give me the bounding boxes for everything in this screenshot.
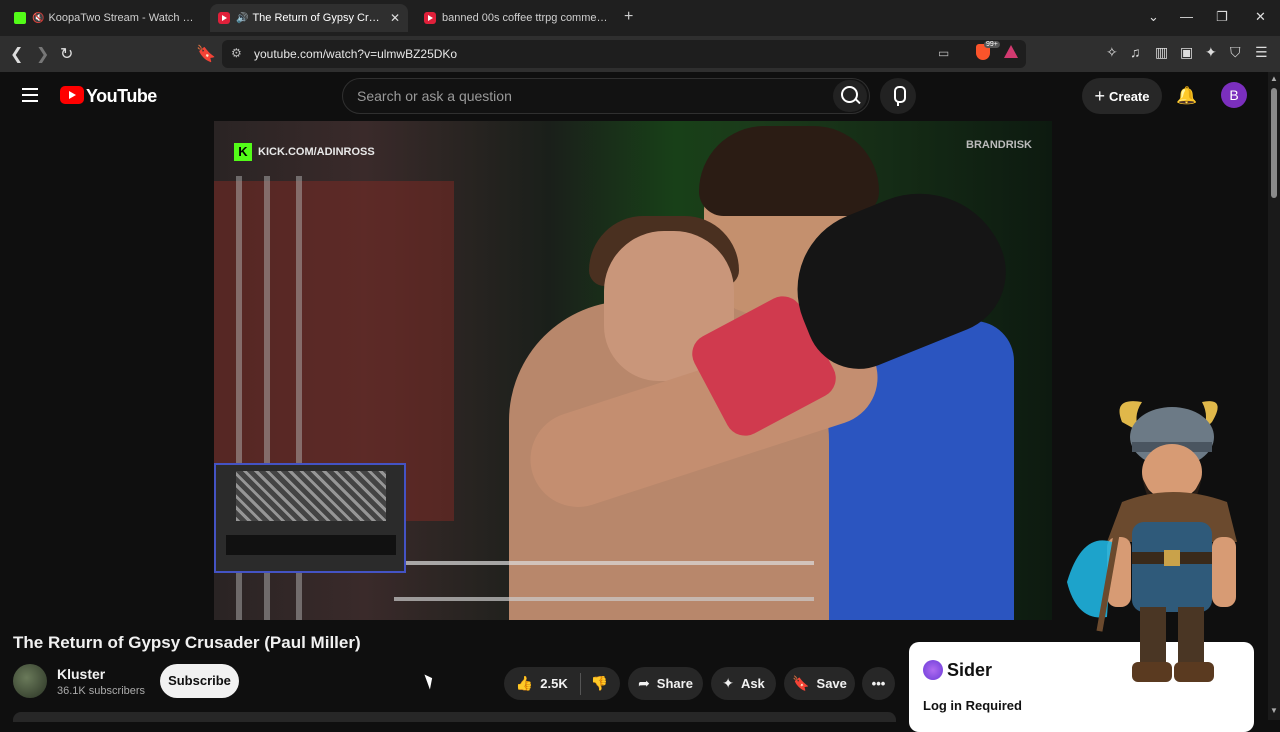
window-close-icon[interactable]: ✕ xyxy=(1255,9,1266,25)
save-label: Save xyxy=(816,676,847,691)
voice-search-button[interactable] xyxy=(880,78,916,114)
shields-count-badge: 99+ xyxy=(984,41,1000,48)
vpn-icon[interactable]: ⛉ xyxy=(1230,44,1241,61)
scroll-down-icon[interactable]: ▼ xyxy=(1270,706,1278,715)
address-bar[interactable]: ⚙ youtube.com/watch?v=ulmwBZ25DKo ▭ 99+ xyxy=(222,40,1026,68)
more-actions-button[interactable]: ••• xyxy=(862,667,895,700)
mouse-cursor-icon xyxy=(424,672,436,690)
tab-koopatwo[interactable]: 🔇 KoopaTwo Stream - Watch Live o xyxy=(6,4,206,32)
muted-icon[interactable]: 🔇 xyxy=(32,13,44,24)
subscriber-count: 36.1K subscribers xyxy=(57,685,146,697)
sider-logo-icon xyxy=(923,660,943,680)
like-count[interactable]: 2.5K xyxy=(540,676,567,691)
brandrisk-watermark: BRANDRISK xyxy=(966,139,1032,151)
create-button[interactable]: + Create xyxy=(1082,78,1162,114)
viking-mascot-overlay xyxy=(1067,401,1237,682)
browser-tab-bar: 🔇 KoopaTwo Stream - Watch Live o 🔊 The R… xyxy=(0,0,1280,36)
extensions-icon[interactable]: ✧ xyxy=(1106,44,1118,61)
leo-ai-icon[interactable]: ✦ xyxy=(1205,44,1217,61)
back-icon[interactable]: ❮ xyxy=(10,44,23,64)
video-pip-inset xyxy=(214,463,406,573)
search-box xyxy=(342,78,870,114)
tab-list-chevron-icon[interactable]: ⌄ xyxy=(1148,9,1159,25)
cast-icon[interactable]: ▭ xyxy=(938,46,949,60)
youtube-favicon-icon xyxy=(218,12,230,24)
sparkle-icon: ✦ xyxy=(722,675,734,691)
description-box[interactable] xyxy=(13,712,896,722)
bookmark-icon[interactable]: 🔖 xyxy=(196,44,216,64)
wallet-icon[interactable]: ▣ xyxy=(1180,44,1193,61)
kick-overlay: K KICK.COM/ADINROSS xyxy=(234,143,375,161)
youtube-header: YouTube + Create 🔔 B xyxy=(0,72,1268,120)
kick-url-text: KICK.COM/ADINROSS xyxy=(258,146,375,158)
site-settings-icon[interactable]: ⚙ xyxy=(231,46,242,60)
sidebar-icon[interactable]: ▥ xyxy=(1155,44,1168,61)
video-title: The Return of Gypsy Crusader (Paul Mille… xyxy=(13,633,361,652)
like-divider xyxy=(579,672,581,695)
menu-icon[interactable]: ☰ xyxy=(1255,44,1268,61)
search-button[interactable] xyxy=(833,80,867,112)
youtube-favicon-icon xyxy=(424,12,436,24)
channel-name[interactable]: Kluster xyxy=(57,666,105,682)
more-icon: ••• xyxy=(871,676,886,691)
account-avatar[interactable]: B xyxy=(1221,82,1247,108)
brave-rewards-icon[interactable] xyxy=(1004,45,1018,58)
notifications-icon[interactable]: 🔔 xyxy=(1176,86,1197,106)
new-tab-icon[interactable]: + xyxy=(624,8,633,26)
ask-label: Ask xyxy=(740,676,765,691)
guide-menu-icon[interactable] xyxy=(22,88,38,102)
share-icon: ➦ xyxy=(638,675,650,691)
share-label: Share xyxy=(656,676,693,691)
close-tab-icon[interactable]: ✕ xyxy=(390,11,400,25)
tab-title: The Return of Gypsy Crusader xyxy=(252,12,381,24)
plus-icon: + xyxy=(1094,85,1106,106)
reload-icon[interactable]: ↻ xyxy=(60,44,73,64)
sider-login-message[interactable]: Log in Required xyxy=(923,698,1022,713)
dislike-icon[interactable]: 👎 xyxy=(591,675,608,692)
search-input[interactable] xyxy=(357,79,817,113)
tab-banned-coffee-commercial[interactable]: banned 00s coffee ttrpg commercial xyxy=(416,4,616,32)
like-dislike-group: 👍 2.5K 👎 xyxy=(504,667,620,700)
restore-icon[interactable]: ❐ xyxy=(1216,9,1228,25)
video-frame xyxy=(214,121,1052,620)
page-scrollbar[interactable]: ▲ ▼ xyxy=(1268,72,1280,720)
tab-return-of-gypsy-crusader[interactable]: 🔊 The Return of Gypsy Crusader ✕ xyxy=(210,4,408,32)
scroll-thumb[interactable] xyxy=(1271,88,1277,198)
youtube-wordmark[interactable]: YouTube xyxy=(86,86,157,107)
youtube-logo-icon[interactable] xyxy=(60,86,84,104)
tab-title: KoopaTwo Stream - Watch Live o xyxy=(48,12,198,24)
media-icon[interactable]: ♫ xyxy=(1130,44,1141,60)
video-figure-hair xyxy=(699,126,879,216)
create-label: Create xyxy=(1109,88,1150,104)
sider-brand: Sider xyxy=(947,660,993,680)
video-ring-ropes xyxy=(394,561,814,601)
save-button[interactable]: 🔖 Save xyxy=(784,667,855,700)
share-button[interactable]: ➦ Share xyxy=(628,667,703,700)
video-player[interactable]: K KICK.COM/ADINROSS BRANDRISK xyxy=(214,121,1052,620)
audio-playing-icon[interactable]: 🔊 xyxy=(236,13,248,24)
save-icon: 🔖 xyxy=(792,675,810,691)
browser-toolbar: ❮ ❯ ↻ 🔖 ⚙ youtube.com/watch?v=ulmwBZ25DK… xyxy=(0,36,1280,72)
channel-avatar[interactable] xyxy=(13,664,47,698)
kick-icon xyxy=(14,12,26,24)
like-icon[interactable]: 👍 xyxy=(516,675,533,692)
minimize-icon[interactable]: — xyxy=(1180,9,1193,24)
subscribe-button[interactable]: Subscribe xyxy=(160,664,239,698)
ask-button[interactable]: ✦ Ask xyxy=(711,667,776,700)
forward-icon[interactable]: ❯ xyxy=(36,44,49,64)
url-text[interactable]: youtube.com/watch?v=ulmwBZ25DKo xyxy=(254,47,457,61)
tab-title: banned 00s coffee ttrpg commercial xyxy=(442,12,608,24)
kick-logo-icon: K xyxy=(234,143,252,161)
scroll-up-icon[interactable]: ▲ xyxy=(1270,74,1278,83)
